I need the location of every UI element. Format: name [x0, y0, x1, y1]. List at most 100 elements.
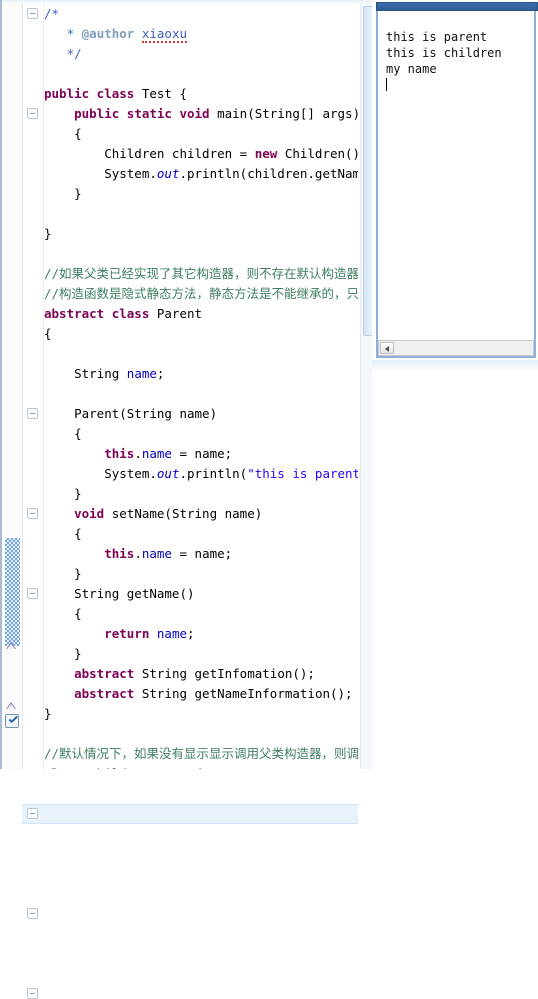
code-token: }	[44, 226, 52, 241]
console-output-text[interactable]: this is parent this is children my name	[386, 29, 532, 354]
code-line[interactable]: Parent(String name)	[44, 404, 358, 424]
code-line[interactable]: abstract String getInfomation();	[44, 664, 358, 684]
code-line[interactable]: String name;	[44, 364, 358, 384]
code-line[interactable]: this.name = name;	[44, 544, 358, 564]
code-token: name	[141, 546, 172, 561]
code-token: {	[44, 606, 82, 621]
code-line[interactable]: {	[44, 424, 358, 444]
eclipse-ide-window: /* * @author xiaoxu */ public class Test…	[0, 0, 538, 999]
code-token: xiaoxu	[141, 26, 188, 43]
code-line[interactable]: abstract String getNameInformation();	[44, 684, 358, 704]
current-line-highlight	[22, 804, 358, 824]
code-line[interactable]	[44, 384, 358, 404]
code-token: return	[104, 626, 150, 641]
code-token: ;	[187, 626, 195, 641]
code-token: this	[104, 546, 135, 561]
code-line[interactable]: }	[44, 704, 358, 724]
code-text-area[interactable]: /* * @author xiaoxu */ public class Test…	[44, 4, 358, 769]
code-token: name	[141, 446, 172, 461]
code-line[interactable]: }	[44, 484, 358, 504]
scroll-left-arrow-icon[interactable]	[380, 342, 394, 354]
editor-marker-gutter[interactable]	[4, 4, 23, 769]
code-token: new	[254, 146, 278, 161]
fold-collapse-icon[interactable]	[27, 808, 38, 819]
code-line[interactable]	[44, 724, 358, 744]
implements-marker-icon[interactable]	[5, 640, 18, 651]
code-token: String getInfomation();	[134, 666, 315, 681]
code-line[interactable]: System.out.println("this is parent");	[44, 464, 358, 484]
code-line[interactable]: System.out.println(children.getNameInfo	[44, 164, 358, 184]
console-horizontal-scrollbar[interactable]	[378, 340, 534, 356]
code-token: Parent(String name)	[44, 406, 218, 421]
code-token: out	[156, 166, 180, 181]
code-line[interactable]: {	[44, 524, 358, 544]
code-line[interactable]: {	[44, 324, 358, 344]
code-token: }	[44, 486, 82, 501]
code-line[interactable]	[44, 344, 358, 364]
code-token: {	[44, 526, 82, 541]
code-line[interactable]: }	[44, 224, 358, 244]
todo-task-marker-icon[interactable]	[5, 714, 19, 728]
console-frame: this is parent this is children my name	[376, 11, 536, 358]
console-output-line: this is parent	[386, 30, 488, 44]
console-view-titlebar[interactable]	[376, 2, 538, 11]
fold-collapse-icon[interactable]	[27, 8, 38, 19]
code-line[interactable]: //默认情况下，如果没有显示显示调用父类构造器，则调用默认的那一个	[44, 744, 358, 764]
fold-collapse-icon[interactable]	[27, 908, 38, 919]
code-line[interactable]	[44, 244, 358, 264]
code-line[interactable]: /*	[44, 4, 358, 24]
code-line[interactable]: public static void main(String[] args)	[44, 104, 358, 124]
code-token: public class	[44, 86, 135, 101]
code-line[interactable]: {	[44, 604, 358, 624]
code-line[interactable]: * @author xiaoxu	[44, 24, 358, 44]
code-line[interactable]: this.name = name;	[44, 444, 358, 464]
code-line[interactable]: }	[44, 564, 358, 584]
code-line[interactable]: String getName()	[44, 584, 358, 604]
code-line[interactable]: }	[44, 644, 358, 664]
code-line[interactable]: {	[44, 124, 358, 144]
console-caret	[386, 78, 387, 91]
code-token: }	[44, 566, 82, 581]
fold-collapse-icon[interactable]	[27, 988, 38, 999]
code-token: ;	[156, 366, 165, 381]
code-line[interactable]: //构造函数是隐式静态方法，静态方法是不能继承的，只能在	[44, 284, 358, 304]
console-view[interactable]: this is parent this is children my name	[372, 0, 538, 372]
code-token: {	[44, 426, 82, 441]
code-token: abstract	[74, 686, 135, 701]
code-token: String getName()	[44, 586, 195, 601]
code-line[interactable]: abstract class Parent	[44, 304, 358, 324]
fold-collapse-icon[interactable]	[27, 508, 38, 519]
code-token: /*	[44, 6, 60, 21]
code-line[interactable]: return name;	[44, 624, 358, 644]
code-line[interactable]: public class Test {	[44, 84, 358, 104]
code-token: //如果父类已经实现了其它构造器，则不存在默认构造器了，|	[44, 266, 358, 281]
code-line[interactable]	[44, 64, 358, 84]
code-line[interactable]: class Children extends Parent	[44, 764, 358, 769]
fold-collapse-icon[interactable]	[27, 108, 38, 119]
code-line[interactable]: Children children = new Children();	[44, 144, 358, 164]
code-token: .	[134, 546, 142, 561]
code-line[interactable]: }	[44, 184, 358, 204]
fold-collapse-icon[interactable]	[27, 408, 38, 419]
override-marker-icon[interactable]	[5, 700, 18, 711]
code-token: String getNameInformation();	[134, 686, 353, 701]
change-bar	[5, 538, 20, 646]
code-line[interactable]: //如果父类已经实现了其它构造器，则不存在默认构造器了，|	[44, 264, 358, 284]
java-source-editor[interactable]: /* * @author xiaoxu */ public class Test…	[0, 0, 376, 999]
code-token: }	[44, 186, 82, 201]
code-token: "this is parent"	[247, 466, 358, 481]
fold-collapse-icon[interactable]	[27, 588, 38, 599]
code-token: {	[44, 326, 52, 341]
code-token: String	[44, 366, 127, 381]
code-token: .println(children.getNameInfo	[179, 166, 358, 181]
code-token: */	[44, 46, 82, 61]
code-line[interactable]	[44, 204, 358, 224]
code-line[interactable]: */	[44, 44, 358, 64]
code-line[interactable]: void setName(String name)	[44, 504, 358, 524]
